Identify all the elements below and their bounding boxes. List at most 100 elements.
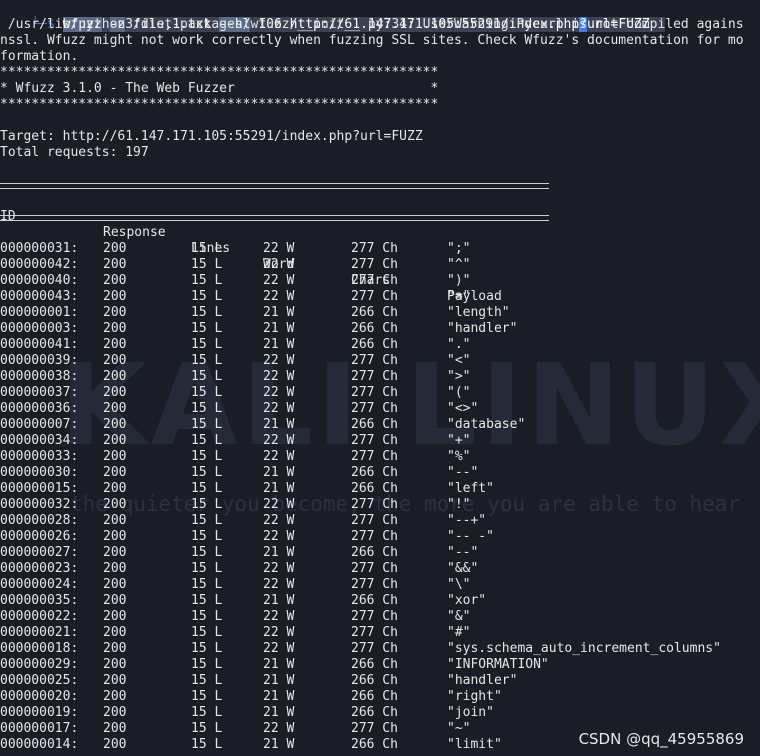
cell-lines: 15 L	[191, 689, 223, 704]
cell-response: 200	[103, 241, 127, 256]
cell-chars: 266 Ch	[351, 305, 398, 320]
cell-word: 21 W	[263, 657, 295, 672]
cell-response: 200	[103, 481, 127, 496]
cell-response: 200	[103, 289, 127, 304]
cell-id: 000000023:	[0, 561, 79, 576]
warning-line: nssl. Wfuzz might not work correctly whe…	[0, 33, 744, 48]
cell-lines: 15 L	[191, 353, 223, 368]
cell-response: 200	[103, 433, 127, 448]
cell-word: 22 W	[263, 289, 295, 304]
cell-chars: 266 Ch	[351, 545, 398, 560]
results-table-body: 000000031: 200 15 L 22 W 277 Ch ";" 000000042:…	[0, 241, 760, 753]
cell-lines: 15 L	[191, 305, 223, 320]
cell-chars: 277 Ch	[351, 241, 398, 256]
cell-payload: "database"	[447, 417, 526, 432]
cell-id: 000000024:	[0, 577, 79, 592]
cell-id: 000000040:	[0, 273, 79, 288]
cell-id: 000000034:	[0, 433, 79, 448]
cell-response: 200	[103, 577, 127, 592]
cell-lines: 15 L	[191, 337, 223, 352]
cell-payload: "-- -"	[447, 529, 494, 544]
table-separator-bottom	[0, 209, 760, 225]
cell-word: 22 W	[263, 561, 295, 576]
target-line: Target: http://61.147.171.105:55291/inde…	[0, 129, 423, 144]
cell-lines: 15 L	[191, 721, 223, 736]
cell-lines: 15 L	[191, 545, 223, 560]
cell-word: 22 W	[263, 257, 295, 272]
cell-chars: 277 Ch	[351, 433, 398, 448]
cell-lines: 15 L	[191, 673, 223, 688]
cell-chars: 266 Ch	[351, 705, 398, 720]
cell-lines: 15 L	[191, 433, 223, 448]
cell-payload: "--+"	[447, 513, 487, 528]
cell-word: 21 W	[263, 337, 295, 352]
cell-payload: ")"	[447, 273, 471, 288]
cell-payload: "("	[447, 385, 471, 400]
cell-word: 22 W	[263, 449, 295, 464]
cell-word: 22 W	[263, 353, 295, 368]
cell-payload: "--"	[447, 545, 479, 560]
cell-lines: 15 L	[191, 401, 223, 416]
cell-word: 22 W	[263, 273, 295, 288]
cell-chars: 277 Ch	[351, 385, 398, 400]
cell-lines: 15 L	[191, 641, 223, 656]
cell-word: 21 W	[263, 737, 295, 752]
cell-id: 000000039:	[0, 353, 79, 368]
table-row: 000000001: 200 15 L 21 W 266 Ch "length"	[0, 305, 760, 321]
cell-id: 000000036:	[0, 401, 79, 416]
command-prompt-line[interactable]: └─$ wfuzz -z file,1.txt --hl 106 http://…	[0, 1, 760, 32]
cell-lines: 15 L	[191, 737, 223, 752]
cell-response: 200	[103, 513, 127, 528]
table-row: 000000030: 200 15 L 21 W 266 Ch "--"	[0, 465, 760, 481]
cell-lines: 15 L	[191, 705, 223, 720]
table-row: 000000027: 200 15 L 21 W 266 Ch "--"	[0, 545, 760, 561]
cell-payload: "#"	[447, 625, 471, 640]
banner-border-bottom: ****************************************…	[0, 97, 439, 112]
cell-id: 000000003:	[0, 321, 79, 336]
table-separator-top	[0, 177, 760, 193]
cell-response: 200	[103, 561, 127, 576]
cell-chars: 266 Ch	[351, 465, 398, 480]
cell-id: 000000014:	[0, 737, 79, 752]
table-row: 000000038: 200 15 L 22 W 277 Ch ">"	[0, 369, 760, 385]
banner-title: * Wfuzz 3.1.0 - The Web Fuzzer *	[0, 81, 439, 96]
cell-word: 22 W	[263, 241, 295, 256]
cell-response: 200	[103, 385, 127, 400]
terminal-window[interactable]: KALI LINUX the quieter you become, the m…	[0, 0, 760, 756]
cell-id: 000000043:	[0, 289, 79, 304]
cell-payload: "xor"	[447, 593, 487, 608]
table-row: 000000034: 200 15 L 22 W 277 Ch "+"	[0, 433, 760, 449]
cell-payload: "<>"	[447, 401, 479, 416]
cell-chars: 277 Ch	[351, 369, 398, 384]
cell-chars: 277 Ch	[351, 289, 398, 304]
cell-payload: "&"	[447, 609, 471, 624]
cell-chars: 266 Ch	[351, 321, 398, 336]
cell-chars: 266 Ch	[351, 337, 398, 352]
table-row: 000000020: 200 15 L 21 W 266 Ch "right"	[0, 689, 760, 705]
cell-id: 000000018:	[0, 641, 79, 656]
cell-word: 22 W	[263, 577, 295, 592]
cell-payload: "length"	[447, 305, 510, 320]
cell-response: 200	[103, 401, 127, 416]
warning-line: formation.	[0, 49, 79, 64]
cell-lines: 15 L	[191, 593, 223, 608]
cell-payload: "INFORMATION"	[447, 657, 549, 672]
cell-id: 000000029:	[0, 657, 79, 672]
cell-word: 21 W	[263, 689, 295, 704]
table-row: 000000021: 200 15 L 22 W 277 Ch "#"	[0, 625, 760, 641]
cell-chars: 277 Ch	[351, 609, 398, 624]
cell-id: 000000015:	[0, 481, 79, 496]
table-row: 000000042: 200 15 L 22 W 277 Ch "^"	[0, 257, 760, 273]
cell-id: 000000028:	[0, 513, 79, 528]
table-row: 000000029: 200 15 L 21 W 266 Ch "INFORMATION"	[0, 657, 760, 673]
table-row: 000000043: 200 15 L 22 W 277 Ch "="	[0, 289, 760, 305]
cell-word: 21 W	[263, 321, 295, 336]
table-row: 000000025: 200 15 L 21 W 266 Ch "handler"	[0, 673, 760, 689]
cell-lines: 15 L	[191, 625, 223, 640]
cell-payload: ">"	[447, 369, 471, 384]
cell-response: 200	[103, 673, 127, 688]
cell-lines: 15 L	[191, 513, 223, 528]
